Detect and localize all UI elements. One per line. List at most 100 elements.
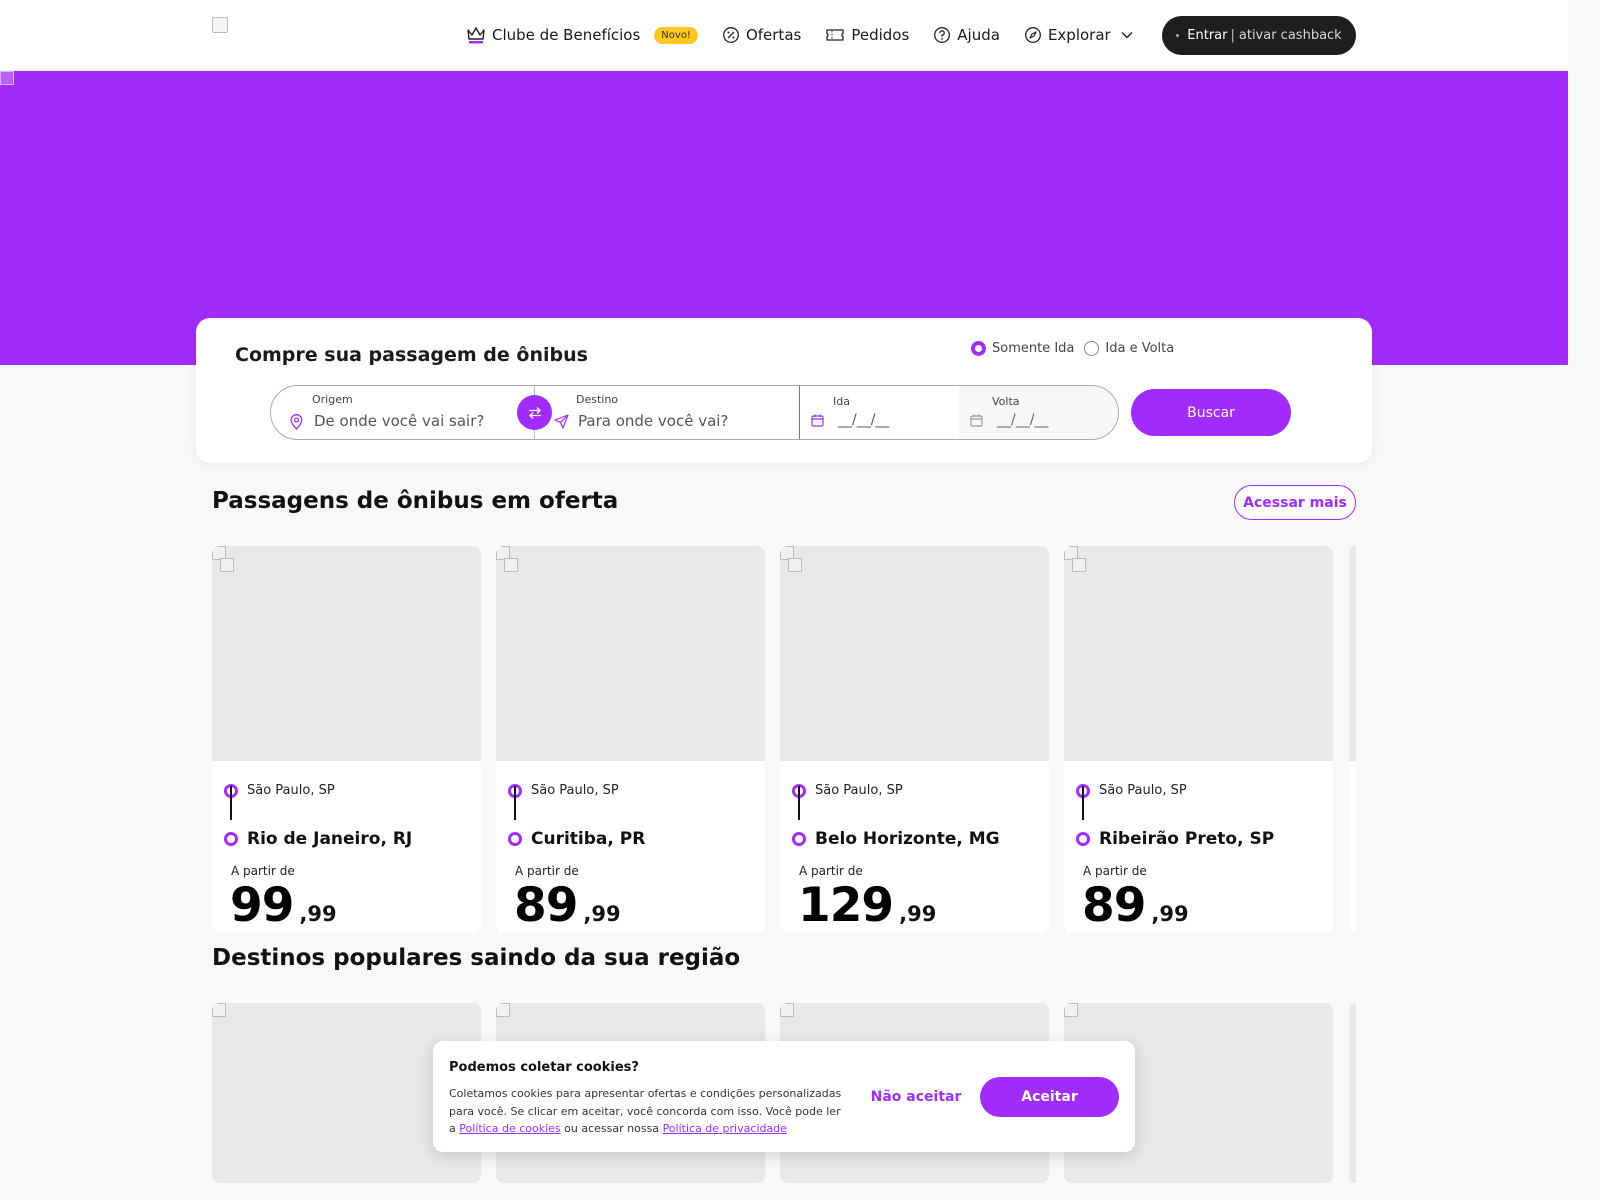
radio-icon	[1084, 341, 1100, 356]
nav-club[interactable]: Clube de Benefícios Novo!	[466, 26, 698, 44]
image-placeholder-icon	[220, 558, 234, 572]
offer-photo	[1349, 546, 1356, 761]
route-destination: Rio de Janeiro, RJ	[247, 829, 413, 849]
trip-type-selector: Somente Ida Ida e Volta	[971, 341, 1184, 356]
trip-option-one-way[interactable]: Somente Ida	[971, 341, 1074, 356]
reject-cookies-button[interactable]: Não aceitar	[866, 1086, 966, 1108]
route-origin: São Paulo, SP	[1099, 783, 1187, 798]
new-badge: Novo!	[654, 26, 698, 44]
route: São Paulo, SP Ribeirão Preto, SP	[1076, 770, 1326, 849]
route-line	[1082, 786, 1084, 820]
destination-dot-icon	[224, 832, 238, 846]
return-label: Volta	[992, 395, 1020, 408]
search-card: Compre sua passagem de ônibus Somente Id…	[196, 318, 1372, 463]
route-destination: Curitiba, PR	[531, 829, 646, 849]
search-fields: Origem De onde você vai sair? Destino Pa…	[270, 385, 1119, 440]
popular-title: Destinos populares saindo da sua região	[212, 945, 741, 971]
login-label: Entrar	[1187, 28, 1228, 43]
image-placeholder-icon	[1072, 558, 1086, 572]
origin-label: Origem	[312, 393, 353, 406]
price: 89 ,99	[1082, 878, 1189, 932]
price-int: 89	[514, 878, 578, 932]
crown-icon	[467, 27, 485, 44]
price-int: 129	[798, 878, 894, 932]
destination-dot-icon	[792, 832, 806, 846]
offer-photo	[212, 546, 481, 761]
nav-club-label: Clube de Benefícios	[492, 26, 641, 44]
cookie-banner: Podemos coletar cookies? Coletamos cooki…	[433, 1041, 1135, 1152]
return-input: __/__/__	[997, 412, 1049, 428]
help-icon	[934, 27, 951, 43]
nav-help-label: Ajuda	[957, 26, 1000, 44]
offer-card[interactable]: São Paulo, SP Rio de Janeiro, RJ A parti…	[212, 546, 481, 932]
origin-field[interactable]: Origem De onde você vai sair?	[271, 386, 534, 439]
offer-photo	[1064, 546, 1333, 761]
price-cents: ,99	[899, 902, 937, 926]
nav-orders[interactable]: Pedidos	[825, 26, 909, 44]
route: São Paulo, SP Belo Horizonte, MG	[792, 770, 1042, 849]
offer-photo	[780, 546, 1049, 761]
route: São Paulo, SP Curitiba, PR	[508, 770, 758, 849]
location-pin-icon	[290, 414, 303, 430]
destination-label: Destino	[576, 393, 619, 406]
destination-dot-icon	[1076, 832, 1090, 846]
cookie-middle-text: ou acessar nossa	[564, 1122, 660, 1135]
destination-field[interactable]: Destino Para onde você vai?	[535, 386, 799, 439]
search-button[interactable]: Buscar	[1131, 389, 1291, 436]
offer-card[interactable]: São Paulo, SP Ribeirão Preto, SP A parti…	[1064, 546, 1333, 932]
route-origin: São Paulo, SP	[815, 783, 903, 798]
accept-cookies-button[interactable]: Aceitar	[980, 1077, 1119, 1117]
image-placeholder-icon	[504, 558, 518, 572]
departure-label: Ida	[833, 395, 850, 408]
price: 129 ,99	[798, 878, 936, 932]
main-nav: Clube de Benefícios Novo! Ofertas Pedido…	[466, 22, 1163, 48]
departure-input: __/__/__	[838, 412, 890, 428]
price-int: 89	[1082, 878, 1146, 932]
login-cashback-button[interactable]: Entrar | ativar cashback	[1162, 16, 1356, 55]
route-line	[230, 786, 232, 820]
origin-input: De onde você vai sair?	[314, 412, 485, 430]
search-title: Compre sua passagem de ônibus	[235, 344, 588, 366]
price-cents: ,99	[583, 902, 621, 926]
offer-card-partial[interactable]	[1349, 546, 1356, 932]
price-prefix: A partir de	[1083, 864, 1147, 878]
nav-help[interactable]: Ajuda	[933, 26, 1000, 44]
route-origin: São Paulo, SP	[531, 783, 619, 798]
route-line	[514, 786, 516, 820]
logo[interactable]	[212, 17, 228, 33]
calendar-icon	[811, 414, 824, 427]
price-prefix: A partir de	[231, 864, 295, 878]
trip-option-round-trip[interactable]: Ida e Volta	[1084, 341, 1174, 356]
nav-explore[interactable]: Explorar	[1024, 26, 1139, 44]
price: 89 ,99	[514, 878, 621, 932]
departure-date-field[interactable]: Ida __/__/__	[800, 386, 959, 439]
discount-icon	[723, 27, 739, 43]
nav-explore-label: Explorar	[1047, 26, 1111, 44]
popular-card-partial[interactable]	[1349, 1003, 1356, 1183]
cookie-policy-link[interactable]: Política de cookies	[459, 1122, 560, 1135]
route-destination: Belo Horizonte, MG	[815, 829, 1000, 849]
cookie-text: Coletamos cookies para apresentar oferta…	[449, 1085, 849, 1138]
hero-image	[0, 71, 14, 85]
nav-offers-label: Ofertas	[745, 26, 802, 44]
price-prefix: A partir de	[515, 864, 579, 878]
more-offers-button[interactable]: Acessar mais	[1234, 485, 1356, 520]
user-icon	[1176, 34, 1180, 37]
route: São Paulo, SP Rio de Janeiro, RJ	[224, 770, 474, 849]
nav-orders-label: Pedidos	[851, 26, 910, 44]
image-placeholder-icon	[788, 558, 802, 572]
return-date-field[interactable]: Volta __/__/__	[959, 386, 1118, 439]
destination-dot-icon	[508, 832, 522, 846]
calendar-icon	[970, 414, 983, 427]
destination-input: Para onde você vai?	[578, 412, 729, 430]
offer-card[interactable]: São Paulo, SP Belo Horizonte, MG A parti…	[780, 546, 1049, 932]
nav-offers[interactable]: Ofertas	[722, 26, 801, 44]
price-int: 99	[230, 878, 294, 932]
cookie-title: Podemos coletar cookies?	[449, 1060, 639, 1075]
price-cents: ,99	[1151, 902, 1189, 926]
privacy-policy-link[interactable]: Política de privacidade	[663, 1122, 787, 1135]
offer-card[interactable]: São Paulo, SP Curitiba, PR A partir de 8…	[496, 546, 765, 932]
image-placeholder-icon	[496, 1003, 510, 1017]
price: 99 ,99	[230, 878, 337, 932]
top-header: Clube de Benefícios Novo! Ofertas Pedido…	[0, 0, 1568, 71]
